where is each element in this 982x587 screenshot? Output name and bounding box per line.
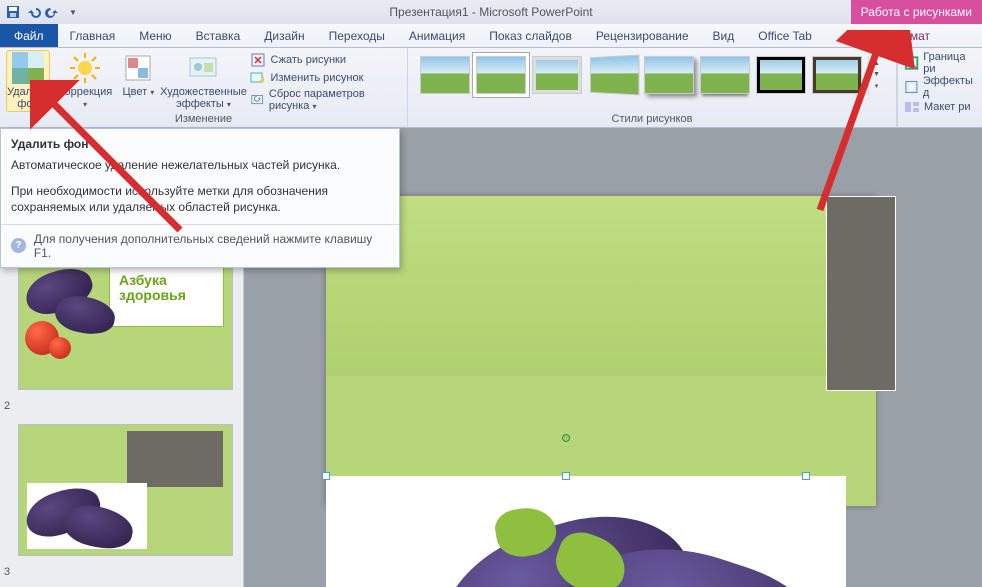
- remove-background-label: Удалить фон: [7, 86, 49, 110]
- current-slide: [326, 196, 876, 506]
- ribbon-group-picture-border: Граница ри Эффекты д Макет ри: [897, 48, 982, 127]
- color-button[interactable]: Цвет ▾: [120, 50, 156, 99]
- tab-insert[interactable]: Вставка: [184, 24, 253, 47]
- tab-menu[interactable]: Меню: [127, 24, 183, 47]
- resize-handle[interactable]: [802, 472, 810, 480]
- picture-style-thumb[interactable]: [420, 56, 470, 94]
- slide-thumb-1[interactable]: Азбука здоровья: [18, 258, 233, 390]
- tab-home[interactable]: Главная: [58, 24, 128, 47]
- compress-pictures-button[interactable]: Сжать рисунки: [250, 52, 401, 68]
- group-label-adjust: Изменение: [6, 113, 401, 127]
- tab-officetab[interactable]: Office Tab: [746, 24, 824, 47]
- tab-file[interactable]: Файл: [0, 24, 58, 47]
- slide-number-2: 2: [4, 400, 244, 412]
- artistic-effects-label: Художественные эффекты ▾: [160, 86, 247, 111]
- picture-style-thumb[interactable]: [812, 56, 862, 94]
- change-picture-label: Изменить рисунок: [270, 72, 363, 84]
- ribbon-group-picture-styles: ▲▼▾ Стили рисунков: [408, 48, 897, 127]
- resize-handle[interactable]: [562, 472, 570, 480]
- slide-number-3: 3: [4, 566, 244, 578]
- reset-picture-label: Сброс параметров рисунка ▾: [269, 88, 401, 112]
- ribbon-tabs: Файл Главная Меню Вставка Дизайн Переход…: [0, 24, 982, 48]
- tooltip-text-2: При необходимости используйте метки для …: [1, 181, 399, 223]
- picture-style-thumb[interactable]: [756, 56, 806, 94]
- color-label: Цвет ▾: [123, 86, 155, 99]
- picture-layout-button[interactable]: Макет ри: [904, 99, 978, 115]
- tab-transitions[interactable]: Переходы: [317, 24, 397, 47]
- compress-pictures-label: Сжать рисунки: [270, 54, 346, 66]
- qat-redo-icon[interactable]: [44, 3, 62, 21]
- contextual-tab-label: Работа с рисунками: [851, 0, 982, 24]
- picture-border-label: Граница ри: [923, 51, 978, 75]
- picture-styles-more-button[interactable]: ▲▼▾: [868, 56, 884, 94]
- change-picture-button[interactable]: Изменить рисунок: [250, 70, 401, 86]
- tab-review[interactable]: Рецензирование: [584, 24, 701, 47]
- tab-animation[interactable]: Анимация: [397, 24, 477, 47]
- qat-save-icon[interactable]: [4, 3, 22, 21]
- picture-style-thumb[interactable]: [644, 56, 694, 94]
- picture-effects-label: Эффекты д: [923, 75, 978, 99]
- tooltip-title: Удалить фон: [1, 129, 399, 155]
- corrections-label: Коррекция ▾: [58, 86, 112, 111]
- picture-style-thumb[interactable]: [590, 55, 639, 96]
- resize-handle[interactable]: [322, 472, 330, 480]
- ribbon: Удалить фон Коррекция ▾ Цвет ▾ Художеств…: [0, 48, 982, 128]
- picture-styles-gallery: ▲▼▾: [414, 50, 890, 113]
- tab-view[interactable]: Вид: [701, 24, 747, 47]
- remove-background-button[interactable]: Удалить фон: [6, 50, 50, 112]
- ribbon-group-adjust: Удалить фон Коррекция ▾ Цвет ▾ Художеств…: [0, 48, 408, 127]
- window-title: Презентация1 - Microsoft PowerPoint: [389, 5, 592, 19]
- picture-style-thumb[interactable]: [700, 56, 750, 94]
- slide-gray-block: [826, 196, 896, 391]
- help-icon: ?: [11, 238, 26, 253]
- tab-format[interactable]: Формат: [875, 24, 942, 47]
- quick-access-toolbar: ▼: [0, 3, 82, 21]
- tooltip-text-1: Автоматическое удаление нежелательных ча…: [1, 155, 399, 181]
- qat-dropdown-icon[interactable]: ▼: [64, 3, 82, 21]
- corrections-button[interactable]: Коррекция ▾: [58, 50, 112, 111]
- tab-slideshow[interactable]: Показ слайдов: [477, 24, 584, 47]
- tab-design[interactable]: Дизайн: [252, 24, 316, 47]
- qat-undo-icon[interactable]: [24, 3, 42, 21]
- artistic-effects-button[interactable]: Художественные эффекты ▾: [164, 50, 242, 111]
- picture-border-button[interactable]: Граница ри: [904, 51, 978, 75]
- picture-style-thumb[interactable]: [532, 56, 582, 94]
- slide-thumb-2[interactable]: [18, 424, 233, 556]
- reset-picture-button[interactable]: Сброс параметров рисунка ▾: [250, 88, 401, 112]
- remove-background-tooltip: Удалить фон Автоматическое удаление неже…: [0, 128, 400, 268]
- tooltip-f1-text: Для получения дополнительных сведений на…: [34, 232, 389, 260]
- title-bar: ▼ Презентация1 - Microsoft PowerPoint Ра…: [0, 0, 982, 24]
- rotation-handle[interactable]: [562, 434, 570, 442]
- group-label-styles: Стили рисунков: [414, 113, 890, 127]
- picture-effects-button[interactable]: Эффекты д: [904, 75, 978, 99]
- slide1-title-text: Азбука здоровья: [119, 273, 232, 304]
- picture-style-thumb[interactable]: [476, 56, 526, 94]
- picture-layout-label: Макет ри: [924, 101, 970, 113]
